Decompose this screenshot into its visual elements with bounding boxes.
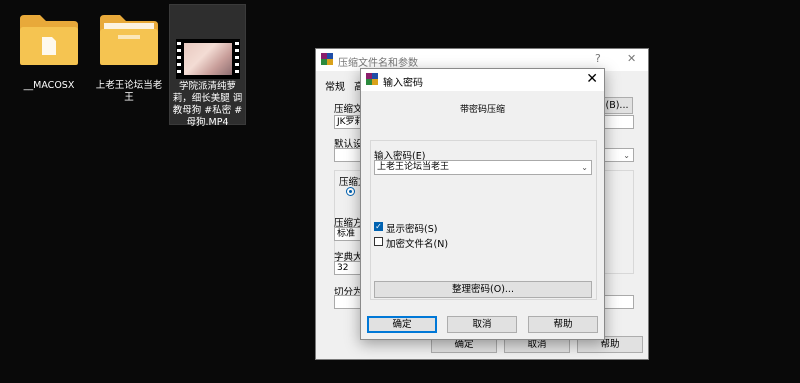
show-password-checkbox[interactable]: ✓: [374, 222, 383, 231]
cancel-button-label: 取消: [527, 339, 547, 350]
ok-button-label: 确定: [454, 339, 474, 350]
help-icon[interactable]: ?: [595, 52, 601, 65]
cancel-button-label: 取消: [472, 319, 492, 330]
close-icon[interactable]: ✕: [627, 52, 636, 65]
folder-icon: [20, 15, 78, 65]
tab-general[interactable]: 常规: [325, 78, 345, 93]
password-input-value: 上老王论坛当老王: [377, 162, 450, 172]
desktop-icon-macosx[interactable]: __MACOSX: [10, 4, 88, 125]
desktop-icon-folder[interactable]: 上老王论坛当老王: [90, 4, 168, 125]
chevron-down-icon: ⌄: [623, 151, 630, 160]
cancel-button[interactable]: 取消: [447, 316, 517, 333]
ok-button[interactable]: 确定: [367, 316, 437, 333]
encrypt-names-checkbox[interactable]: [374, 237, 383, 246]
folder-icon: [100, 15, 158, 65]
organize-passwords-button[interactable]: 整理密码(O)...: [374, 281, 592, 298]
ok-button-label: 确定: [392, 319, 412, 330]
browse-button[interactable]: (B)...: [601, 97, 633, 114]
desktop-icon-label: 上老王论坛当老王: [95, 80, 163, 103]
winrar-icon: [366, 73, 379, 86]
encrypt-names-label: 加密文件名(N): [386, 239, 449, 250]
video-thumbnail-icon: [176, 39, 240, 79]
format-radio[interactable]: [346, 187, 355, 196]
desktop-icon-label: 学院派清纯萝莉，细长美腿 调教母狗 #私密 #母狗.MP4: [172, 81, 243, 128]
password-dialog: 输入密码 ✕ 带密码压缩 输入密码(E) 上老王论坛当老王 ⌄ ✓ 显示密码(S…: [360, 68, 605, 340]
winrar-icon: [321, 53, 334, 66]
close-icon[interactable]: ✕: [586, 71, 598, 87]
show-password-label: 显示密码(S): [386, 224, 438, 235]
help-button-label: 帮助: [553, 319, 573, 330]
browse-button-label: (B)...: [605, 100, 629, 111]
dialog-titlebar: 输入密码 ✕: [361, 69, 604, 91]
desktop-icon-video[interactable]: 学院派清纯萝莉，细长美腿 调教母狗 #私密 #母狗.MP4: [169, 4, 246, 128]
dialog-subtitle: 带密码压缩: [459, 105, 505, 115]
dialog-title: 压缩文件名和参数: [338, 58, 418, 69]
organize-passwords-label: 整理密码(O)...: [452, 284, 514, 295]
help-button[interactable]: 帮助: [528, 316, 598, 333]
help-button-label: 帮助: [600, 339, 620, 350]
password-input[interactable]: 上老王论坛当老王 ⌄: [374, 160, 592, 175]
desktop-icon-label: __MACOSX: [23, 80, 75, 91]
chevron-down-icon[interactable]: ⌄: [581, 162, 588, 174]
dialog-title: 输入密码: [383, 78, 423, 89]
